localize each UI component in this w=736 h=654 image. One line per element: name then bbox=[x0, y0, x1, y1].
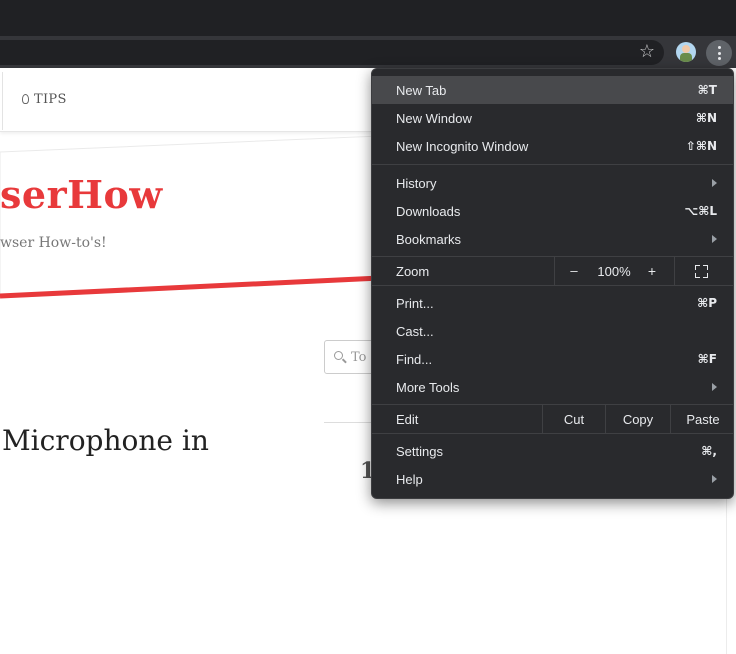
menu-item-label: New Window bbox=[396, 111, 472, 126]
menu-item-more-tools[interactable]: More Tools bbox=[372, 373, 733, 401]
menu-item-new-incognito[interactable]: New Incognito Window ⇧⌘N bbox=[372, 132, 733, 160]
shortcut: ⌘N bbox=[695, 111, 717, 125]
address-bar[interactable] bbox=[0, 40, 664, 65]
menu-item-help[interactable]: Help bbox=[372, 465, 733, 493]
menu-separator bbox=[372, 433, 733, 434]
shortcut: ⇧⌘N bbox=[685, 139, 717, 153]
search-icon bbox=[334, 351, 343, 360]
menu-item-label: Downloads bbox=[396, 204, 461, 219]
menu-row-zoom: Zoom – 100% + bbox=[372, 257, 733, 285]
menu-item-label: Settings bbox=[396, 444, 443, 459]
menu-item-bookmarks[interactable]: Bookmarks bbox=[372, 225, 733, 253]
zoom-divider bbox=[674, 257, 675, 285]
menu-item-downloads[interactable]: Downloads ⌥⌘L bbox=[372, 197, 733, 225]
menu-item-label: Cast... bbox=[396, 324, 434, 339]
edit-label: Edit bbox=[396, 412, 419, 427]
menu-row-edit: Edit Cut Copy Paste bbox=[372, 405, 733, 433]
menu-separator bbox=[372, 164, 733, 165]
submenu-arrow-icon bbox=[712, 383, 717, 391]
site-title[interactable]: serHow bbox=[0, 172, 163, 217]
zoom-out-button[interactable]: – bbox=[563, 263, 585, 278]
submenu-arrow-icon bbox=[712, 235, 717, 243]
zoom-level: 100% bbox=[597, 264, 631, 279]
post-title[interactable]: Microphone in bbox=[2, 424, 209, 457]
menu-item-settings[interactable]: Settings ⌘, bbox=[372, 437, 733, 465]
site-subtitle: wser How-to's! bbox=[0, 235, 107, 251]
menu-item-label: New Incognito Window bbox=[396, 139, 529, 154]
menu-item-label: More Tools bbox=[396, 380, 460, 395]
zoom-in-button[interactable]: + bbox=[642, 263, 662, 279]
paste-button[interactable]: Paste bbox=[672, 412, 733, 427]
submenu-arrow-icon bbox=[712, 475, 717, 483]
menu-item-new-tab[interactable]: New Tab ⌘T bbox=[372, 76, 733, 104]
edit-divider bbox=[670, 405, 671, 433]
shortcut: ⌘P bbox=[697, 296, 717, 310]
search-placeholder: To bbox=[351, 350, 367, 365]
menu-item-find[interactable]: Find... ⌘F bbox=[372, 345, 733, 373]
shortcut: ⌘, bbox=[701, 444, 717, 458]
menu-item-cast[interactable]: Cast... bbox=[372, 317, 733, 345]
nav-divider bbox=[2, 72, 3, 130]
copy-button[interactable]: Copy bbox=[607, 412, 669, 427]
edit-divider bbox=[542, 405, 543, 433]
chrome-menu: New Tab ⌘T New Window ⌘N New Incognito W… bbox=[371, 68, 734, 499]
submenu-arrow-icon bbox=[712, 179, 717, 187]
menu-item-new-window[interactable]: New Window ⌘N bbox=[372, 104, 733, 132]
fullscreen-icon[interactable] bbox=[695, 265, 708, 278]
menu-separator bbox=[372, 285, 733, 286]
menu-item-label: Help bbox=[396, 472, 423, 487]
menu-item-print[interactable]: Print... ⌘P bbox=[372, 289, 733, 317]
avatar-body bbox=[680, 53, 692, 62]
menu-item-label: History bbox=[396, 176, 437, 191]
lightbulb-icon bbox=[22, 94, 29, 104]
nav-tips-label: TIPS bbox=[34, 92, 67, 107]
menu-item-label: New Tab bbox=[396, 83, 447, 98]
nav-item-tips[interactable]: TIPS bbox=[22, 92, 67, 107]
vertical-dots-icon[interactable] bbox=[706, 40, 732, 66]
avatar[interactable] bbox=[676, 42, 696, 62]
shortcut: ⌘F bbox=[697, 352, 717, 366]
zoom-label: Zoom bbox=[396, 264, 430, 279]
avatar-head bbox=[682, 45, 690, 53]
zoom-divider bbox=[554, 257, 555, 285]
edit-divider bbox=[605, 405, 606, 433]
cut-button[interactable]: Cut bbox=[544, 412, 604, 427]
tab-strip bbox=[0, 0, 736, 36]
star-icon[interactable]: ☆ bbox=[636, 41, 658, 63]
shortcut: ⌘T bbox=[697, 83, 717, 97]
menu-item-history[interactable]: History bbox=[372, 169, 733, 197]
menu-item-label: Bookmarks bbox=[396, 232, 462, 247]
shortcut: ⌥⌘L bbox=[684, 204, 717, 218]
menu-item-label: Find... bbox=[396, 352, 433, 367]
menu-item-label: Print... bbox=[396, 296, 434, 311]
